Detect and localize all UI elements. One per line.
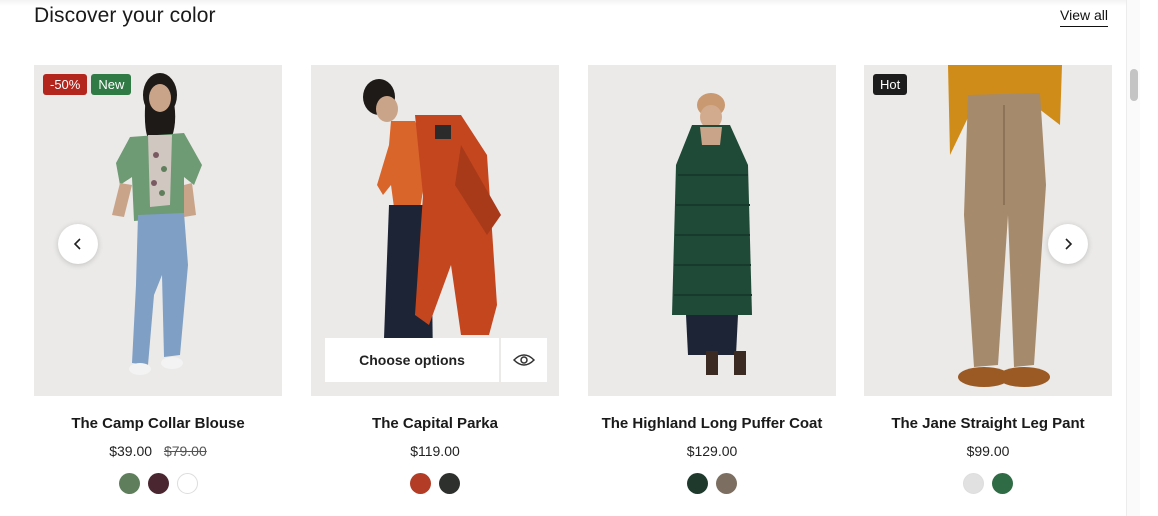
badge-group: Hot (873, 74, 908, 95)
product-title[interactable]: The Capital Parka (311, 415, 559, 432)
color-swatches (588, 473, 836, 494)
price-row: $119.00 (311, 443, 559, 459)
color-swatches (311, 473, 559, 494)
color-swatch-charcoal[interactable] (439, 473, 460, 494)
product-image[interactable] (588, 65, 836, 396)
sale-price: $39.00 (109, 443, 153, 459)
color-swatch-taupe[interactable] (716, 473, 737, 494)
price: $119.00 (410, 443, 460, 459)
color-swatches (34, 473, 282, 494)
quick-view-button[interactable] (501, 338, 547, 382)
color-swatch-plum[interactable] (147, 473, 169, 494)
price-row: $39.00 $79.00 (34, 443, 282, 459)
chevron-left-icon (73, 238, 81, 250)
product-title[interactable]: The Camp Collar Blouse (34, 415, 282, 432)
color-swatch-green[interactable] (992, 473, 1013, 494)
price-row: $99.00 (864, 443, 1112, 459)
carousel-prev-button[interactable] (58, 224, 98, 264)
model-illustration (588, 65, 836, 396)
eye-icon (513, 354, 535, 366)
choose-options-button[interactable]: Choose options (325, 338, 499, 382)
price-row: $129.00 (588, 443, 836, 459)
quick-actions-bar: Choose options (325, 338, 547, 382)
price: $129.00 (686, 443, 738, 459)
product-card[interactable]: -50% New The Camp Collar Blouse $39.00 $… (34, 65, 282, 494)
color-swatch-rust[interactable] (410, 473, 431, 494)
color-swatch-light-gray[interactable] (963, 473, 984, 494)
new-badge: New (91, 74, 132, 95)
color-swatch-white[interactable] (176, 473, 198, 494)
chevron-right-icon (1065, 238, 1073, 250)
sale-badge: -50% (43, 74, 88, 95)
compare-at-price: $79.00 (163, 443, 207, 459)
product-card[interactable]: The Highland Long Puffer Coat $129.00 (588, 65, 836, 494)
color-swatch-forest-green[interactable] (687, 473, 708, 494)
badge-group: -50% New (43, 74, 132, 95)
color-swatches (864, 473, 1112, 494)
product-title[interactable]: The Jane Straight Leg Pant (864, 415, 1112, 432)
hot-badge: Hot (873, 74, 908, 95)
product-card[interactable]: Hot The Jane Straight Leg Pant $99.00 (864, 65, 1112, 494)
product-title[interactable]: The Highland Long Puffer Coat (588, 415, 836, 432)
product-card[interactable]: Choose options The Capital Parka $119.00 (311, 65, 559, 494)
product-image[interactable]: Choose options (311, 65, 559, 396)
scrollbar[interactable] (1126, 0, 1140, 516)
carousel-next-button[interactable] (1048, 224, 1088, 264)
view-all-link[interactable]: View all (1060, 7, 1108, 27)
scrollbar-thumb[interactable] (1130, 69, 1138, 101)
color-swatch-green[interactable] (118, 473, 140, 494)
section-title: Discover your color (34, 4, 216, 27)
price: $99.00 (966, 443, 1010, 459)
